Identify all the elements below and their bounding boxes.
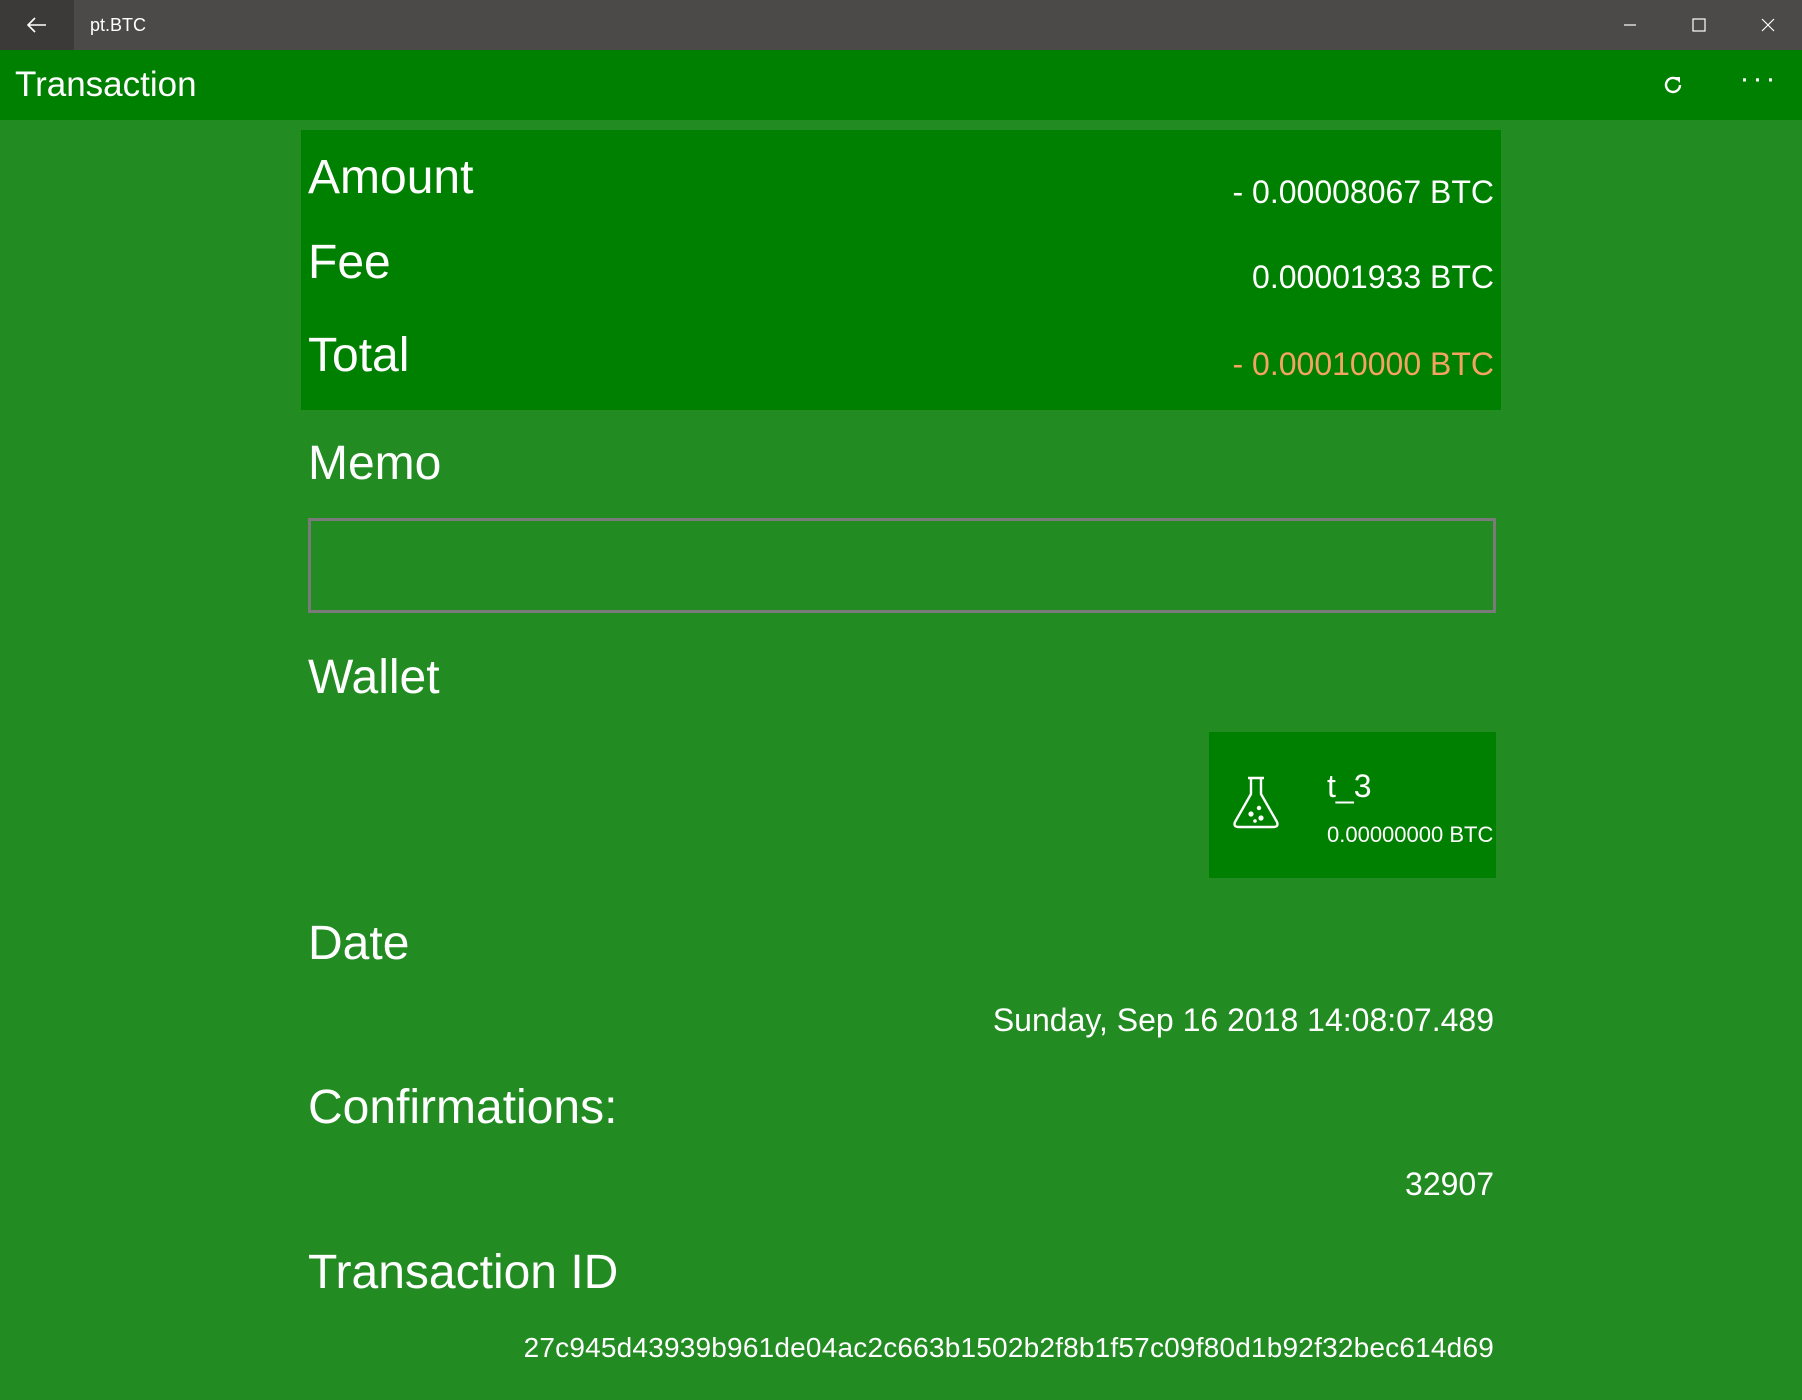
date-label: Date (308, 917, 410, 970)
wallet-label: Wallet (308, 651, 440, 704)
total-row: Total - 0.00010000 BTC (308, 320, 1494, 400)
amount-summary: Amount - 0.00008067 BTC Fee 0.00001933 B… (301, 130, 1501, 410)
amount-value: - 0.00008067 BTC (1232, 174, 1495, 210)
window-title: pt.BTC (90, 14, 147, 35)
close-button[interactable] (1733, 0, 1802, 50)
total-value: - 0.00010000 BTC (1232, 346, 1495, 382)
date-value: Sunday, Sep 16 2018 14:08:07.489 (992, 1002, 1494, 1038)
fee-label: Fee (308, 236, 391, 289)
confirmations-label: Confirmations: (308, 1081, 618, 1134)
transaction-details: Amount - 0.00008067 BTC Fee 0.00001933 B… (301, 130, 1501, 1363)
transaction-id-label: Transaction ID (308, 1246, 619, 1299)
refresh-button[interactable] (1630, 50, 1716, 120)
wallet-balance: 0.00000000 BTC (1327, 822, 1494, 847)
back-button[interactable] (0, 0, 74, 50)
close-icon (1761, 18, 1774, 32)
back-arrow-icon (27, 17, 46, 33)
minimize-icon (1623, 24, 1636, 26)
amount-label: Amount (308, 151, 474, 204)
app-window: pt.BTC Transaction ··· Amount - 0.000080… (0, 0, 1802, 1400)
refresh-icon (1664, 76, 1682, 94)
amount-row: Amount - 0.00008067 BTC (308, 140, 1494, 220)
header-actions: ··· (1630, 50, 1802, 120)
wallet-name: t_3 (1327, 768, 1372, 804)
more-icon: ··· (1739, 62, 1779, 95)
page-title: Transaction (15, 65, 197, 104)
app-header: Transaction ··· (0, 50, 1802, 120)
memo-input[interactable] (308, 518, 1496, 613)
wallet-card[interactable]: t_3 0.00000000 BTC (1209, 732, 1496, 878)
title-bar: pt.BTC (0, 0, 1802, 50)
transaction-id-value: 27c945d43939b961de04ac2c663b1502b2f8b1f5… (523, 1332, 1494, 1363)
minimize-button[interactable] (1595, 0, 1664, 50)
fee-row: Fee 0.00001933 BTC (308, 235, 1494, 315)
confirmations-value: 32907 (1405, 1166, 1494, 1202)
maximize-button[interactable] (1664, 0, 1733, 50)
maximize-icon (1691, 18, 1706, 32)
total-label: Total (308, 329, 410, 382)
memo-label: Memo (308, 437, 442, 490)
flask-icon (1233, 776, 1279, 829)
fee-value: 0.00001933 BTC (1252, 259, 1494, 295)
window-controls (1595, 0, 1802, 50)
more-options-button[interactable]: ··· (1716, 50, 1802, 120)
